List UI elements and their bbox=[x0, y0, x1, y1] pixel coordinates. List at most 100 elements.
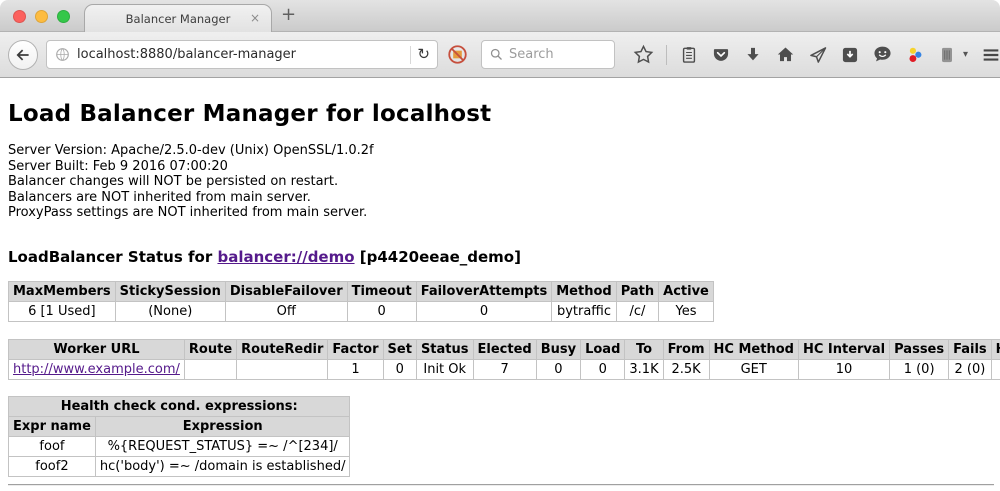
heading-prefix: LoadBalancer Status for bbox=[8, 248, 212, 266]
col-maxmembers: MaxMembers bbox=[9, 281, 116, 301]
col-routeredir: RouteRedir bbox=[237, 339, 328, 359]
container-extension-icon[interactable] bbox=[937, 45, 957, 65]
loadbalancer-status-heading: LoadBalancer Status for balancer://demo … bbox=[8, 248, 992, 266]
tab-balancer-manager[interactable]: Balancer Manager × bbox=[84, 4, 272, 32]
col-busy: Busy bbox=[536, 339, 580, 359]
col-hc-interval: HC Interval bbox=[798, 339, 889, 359]
cell-active: Yes bbox=[659, 301, 714, 321]
cell-maxmembers: 6 [1 Used] bbox=[9, 301, 116, 321]
cell-set: 0 bbox=[383, 359, 416, 379]
server-info: Server Version: Apache/2.5.0-dev (Unix) … bbox=[8, 143, 992, 221]
col-expression: Expression bbox=[95, 416, 350, 436]
plugin-blocked-button[interactable] bbox=[446, 43, 469, 66]
cell-hc-interval: 10 bbox=[798, 359, 889, 379]
col-worker-url: Worker URL bbox=[9, 339, 185, 359]
cell-fails: 2 (0) bbox=[949, 359, 992, 379]
cell-worker-url: http://www.example.com/ bbox=[9, 359, 185, 379]
col-timeout: Timeout bbox=[347, 281, 416, 301]
server-version-line: Server Version: Apache/2.5.0-dev (Unix) … bbox=[8, 143, 992, 159]
health-check-table: Health check cond. expressions: Expr nam… bbox=[8, 396, 350, 477]
cell-method: bytraffic bbox=[552, 301, 616, 321]
reading-list-icon[interactable] bbox=[679, 45, 699, 65]
inherit-note-line: Balancers are NOT inherited from main se… bbox=[8, 190, 992, 206]
home-icon[interactable] bbox=[775, 44, 796, 65]
toolbar-icons: ▾ bbox=[633, 44, 1000, 66]
server-built-line: Server Built: Feb 9 2016 07:00:20 bbox=[8, 159, 992, 175]
page-divider bbox=[8, 484, 994, 486]
health-table-title: Health check cond. expressions: bbox=[9, 396, 350, 416]
cell-from: 2.5K bbox=[663, 359, 709, 379]
chevron-down-icon[interactable]: ▾ bbox=[963, 49, 968, 60]
cell-expression: %{REQUEST_STATUS} =~ /^[234]/ bbox=[95, 436, 350, 456]
worker-row: http://www.example.com/ 1 0 Init Ok 7 0 … bbox=[9, 359, 1000, 379]
new-tab-button[interactable]: + bbox=[281, 4, 296, 25]
tab-close-icon[interactable]: × bbox=[250, 12, 260, 24]
table-header-row: Worker URL Route RouteRedir Factor Set S… bbox=[9, 339, 1000, 359]
urlbar-separator bbox=[410, 46, 411, 64]
table-header-row: MaxMembers StickySession DisableFailover… bbox=[9, 281, 714, 301]
cell-path: /c/ bbox=[616, 301, 658, 321]
minimize-window-button[interactable] bbox=[35, 10, 48, 23]
extension-dots-icon[interactable] bbox=[905, 45, 925, 65]
balancer-summary-table: MaxMembers StickySession DisableFailover… bbox=[8, 281, 714, 322]
url-input[interactable] bbox=[77, 47, 404, 62]
cell-elected: 7 bbox=[473, 359, 536, 379]
worker-url-link[interactable]: http://www.example.com/ bbox=[13, 362, 180, 377]
cell-expr-name: foof2 bbox=[9, 456, 96, 476]
site-identity-globe-icon bbox=[54, 46, 71, 63]
col-factor: Factor bbox=[328, 339, 383, 359]
search-bar[interactable] bbox=[481, 40, 615, 69]
tab-bar: Balancer Manager × + bbox=[0, 0, 1000, 32]
col-stickysession: StickySession bbox=[115, 281, 225, 301]
col-path: Path bbox=[616, 281, 658, 301]
forum-smiley-icon[interactable] bbox=[872, 44, 893, 65]
col-passes: Passes bbox=[890, 339, 949, 359]
proxypass-note-line: ProxyPass settings are NOT inherited fro… bbox=[8, 205, 992, 221]
cell-timeout: 0 bbox=[347, 301, 416, 321]
close-window-button[interactable] bbox=[13, 10, 26, 23]
health-title-row: Health check cond. expressions: bbox=[9, 396, 350, 416]
cell-route bbox=[184, 359, 236, 379]
col-load: Load bbox=[581, 339, 625, 359]
page-title: Load Balancer Manager for localhost bbox=[8, 101, 992, 127]
url-bar[interactable]: ↻ bbox=[46, 40, 438, 69]
tab-title: Balancer Manager bbox=[126, 12, 231, 26]
back-button[interactable] bbox=[8, 40, 38, 70]
health-row-foof2: foof2 hc('body') =~ /domain is establish… bbox=[9, 456, 350, 476]
col-disablefailover: DisableFailover bbox=[225, 281, 347, 301]
col-route: Route bbox=[184, 339, 236, 359]
col-hc-method: HC Method bbox=[709, 339, 798, 359]
search-icon bbox=[489, 47, 504, 62]
toolbar-separator bbox=[666, 45, 667, 65]
save-page-icon[interactable] bbox=[840, 45, 860, 65]
col-hc-uri: HC uri bbox=[991, 339, 1000, 359]
pocket-icon[interactable] bbox=[711, 45, 731, 65]
cell-failoverattempts: 0 bbox=[416, 301, 552, 321]
cell-expression: hc('body') =~ /domain is established/ bbox=[95, 456, 350, 476]
cell-stickysession: (None) bbox=[115, 301, 225, 321]
cell-factor: 1 bbox=[328, 359, 383, 379]
cell-hc-method: GET bbox=[709, 359, 798, 379]
cell-hc-uri bbox=[991, 359, 1000, 379]
hamburger-menu-icon[interactable] bbox=[980, 44, 1000, 66]
downloads-icon[interactable] bbox=[743, 45, 763, 65]
cell-passes: 1 (0) bbox=[890, 359, 949, 379]
col-fails: Fails bbox=[949, 339, 992, 359]
col-method: Method bbox=[552, 281, 616, 301]
search-input[interactable] bbox=[509, 47, 607, 62]
page-content: Load Balancer Manager for localhost Serv… bbox=[0, 78, 1000, 491]
col-status: Status bbox=[416, 339, 473, 359]
balancer-demo-link[interactable]: balancer://demo bbox=[217, 248, 354, 266]
window-controls bbox=[13, 10, 70, 23]
send-to-device-icon[interactable] bbox=[808, 45, 828, 65]
bookmark-star-icon[interactable] bbox=[633, 44, 654, 65]
zoom-window-button[interactable] bbox=[57, 10, 70, 23]
col-expr-name: Expr name bbox=[9, 416, 96, 436]
navigation-toolbar: ↻ bbox=[0, 32, 1000, 78]
col-to: To bbox=[625, 339, 663, 359]
col-failoverattempts: FailoverAttempts bbox=[416, 281, 552, 301]
cell-to: 3.1K bbox=[625, 359, 663, 379]
reload-icon[interactable]: ↻ bbox=[417, 47, 430, 62]
cell-disablefailover: Off bbox=[225, 301, 347, 321]
menu-group bbox=[980, 44, 1000, 66]
